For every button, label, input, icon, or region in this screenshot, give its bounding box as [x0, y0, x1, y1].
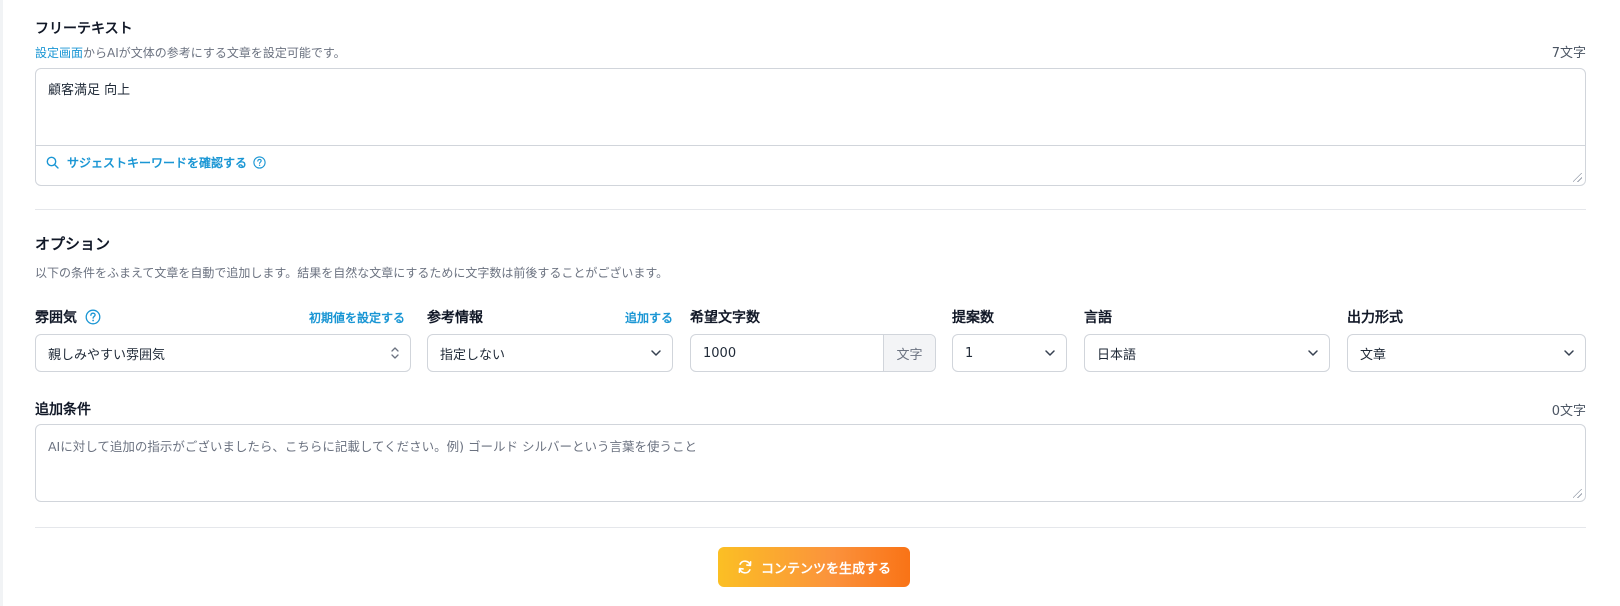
length-input-group: 文字 [690, 334, 936, 372]
generate-content-label: コンテンツを生成する [760, 561, 891, 577]
refresh-icon [738, 560, 752, 574]
left-border [0, 0, 3, 606]
chevron-down-icon [1564, 350, 1574, 356]
mood-select[interactable]: 親しみやすい雰囲気 [35, 334, 411, 372]
mood-select-value: 親しみやすい雰囲気 [48, 347, 166, 363]
additional-conditions-input[interactable] [36, 425, 1585, 501]
free-text-note: 設定画面からAIが文体の参考にする文章を設定可能です。 [35, 44, 346, 61]
section-divider [35, 527, 1586, 528]
length-input[interactable] [703, 345, 873, 361]
generate-content-button[interactable]: コンテンツを生成する [718, 547, 910, 587]
free-text-title: フリーテキスト [35, 21, 133, 37]
free-text-char-count: 7文字 [1551, 46, 1586, 61]
additional-conditions-title: 追加条件 [35, 402, 91, 418]
language-select-value: 日本語 [1097, 347, 1137, 363]
free-text-note-text: からAIが文体の参考にする文章を設定可能です。 [83, 46, 346, 60]
output-format-select[interactable]: 文章 [1347, 334, 1586, 372]
set-default-link[interactable]: 初期値を設定する [309, 309, 405, 326]
section-divider [35, 209, 1586, 210]
settings-screen-link[interactable]: 設定画面 [35, 46, 83, 60]
search-icon [46, 156, 59, 169]
length-unit: 文字 [883, 335, 935, 371]
help-circle-icon[interactable] [85, 309, 101, 325]
reference-select[interactable]: 指定しない [427, 334, 673, 372]
reference-label: 参考情報 [427, 310, 483, 326]
resize-handle-icon[interactable] [1573, 173, 1582, 182]
chevron-down-icon [651, 350, 661, 356]
suggest-keywords-label: サジェストキーワードを確認する [67, 156, 248, 170]
reference-select-value: 指定しない [440, 347, 506, 363]
length-label: 希望文字数 [690, 310, 760, 326]
mood-label-group: 雰囲気 [35, 307, 101, 327]
sort-updown-icon [391, 347, 399, 359]
output-format-select-value: 文章 [1360, 347, 1387, 363]
proposals-label: 提案数 [952, 310, 994, 326]
options-title: オプション [35, 235, 111, 253]
language-select[interactable]: 日本語 [1084, 334, 1330, 372]
add-reference-link[interactable]: 追加する [625, 309, 673, 326]
free-text-input[interactable]: 顧客満足 向上 [36, 69, 1585, 146]
chevron-down-icon [1308, 350, 1318, 356]
proposals-select[interactable]: 1 [952, 334, 1067, 372]
options-note: 以下の条件をふまえて文章を自動で追加します。結果を自然な文章にするために文字数は… [35, 266, 669, 280]
suggest-keywords-button[interactable]: サジェストキーワードを確認する [46, 154, 274, 171]
resize-handle-icon[interactable] [1573, 489, 1582, 498]
proposals-select-value: 1 [965, 345, 974, 361]
additional-char-count: 0文字 [1551, 404, 1586, 419]
language-label: 言語 [1084, 310, 1112, 326]
chevron-down-icon [1045, 350, 1055, 356]
additional-conditions-box [35, 424, 1586, 502]
free-text-box: 顧客満足 向上 サジェストキーワードを確認する [35, 68, 1586, 186]
mood-label: 雰囲気 [35, 310, 77, 326]
help-circle-icon[interactable] [253, 156, 266, 169]
output-format-label: 出力形式 [1347, 310, 1403, 326]
